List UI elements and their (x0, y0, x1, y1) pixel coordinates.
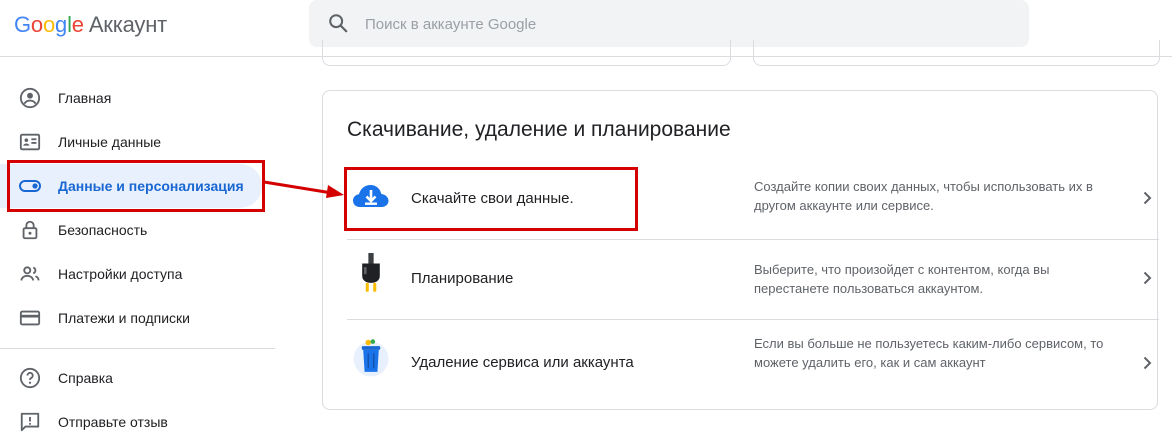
highlight-box-sidebar (7, 160, 265, 212)
sidebar-item-feedback[interactable]: Отправьте отзыв (0, 400, 262, 444)
row-label: Удаление сервиса или аккаунта (411, 354, 634, 371)
logo-letter: e (71, 12, 84, 37)
power-plug-icon (362, 253, 380, 292)
google-account-logo[interactable]: Google Аккаунт (14, 12, 167, 38)
sidebar-item-label: Главная (58, 90, 112, 106)
row-delete-service-or-account[interactable]: Удаление сервиса или аккаунта Если вы бо… (347, 319, 1159, 409)
logo-letter: G (14, 12, 31, 37)
sidebar-item-label: Справка (58, 370, 113, 386)
product-name: Аккаунт (88, 12, 168, 37)
chevron-right-icon[interactable] (1139, 190, 1155, 206)
sidebar-item-payments[interactable]: Платежи и подписки (0, 296, 262, 340)
lock-icon (18, 218, 42, 242)
help-icon (18, 366, 42, 390)
sidebar-divider (0, 348, 275, 349)
sidebar-item-label: Безопасность (58, 222, 148, 238)
card-above-right (753, 40, 1160, 66)
logo-letter: g (55, 12, 68, 37)
row-planning[interactable]: Планирование Выберите, что произойдет с … (347, 239, 1159, 319)
logo-letter: o (30, 12, 43, 37)
trash-bin-icon (353, 339, 389, 377)
card-above-left (322, 40, 731, 66)
row-description: Создайте копии своих данных, чтобы испол… (754, 179, 1093, 213)
highlight-box-download (344, 167, 638, 231)
search-icon[interactable] (327, 12, 349, 34)
sidebar-item-label: Настройки доступа (58, 266, 183, 282)
sidebar-item-label: Платежи и подписки (58, 310, 190, 326)
chevron-right-icon[interactable] (1139, 270, 1155, 286)
row-description: Выберите, что произойдет с контентом, ко… (754, 262, 1050, 296)
people-icon (18, 262, 42, 286)
card-title: Скачивание, удаление и планирование (347, 118, 731, 141)
arrow-annotation (263, 180, 344, 198)
credit-card-icon (18, 306, 42, 330)
sidebar-item-help[interactable]: Справка (0, 356, 262, 400)
chevron-right-icon[interactable] (1139, 355, 1155, 371)
logo-letter: o (42, 12, 56, 37)
sidebar-item-security[interactable]: Безопасность (0, 208, 262, 252)
row-description: Если вы больше не пользуетесь каким-либо… (754, 336, 1104, 370)
sidebar-item-personal-info[interactable]: Личные данные (0, 120, 262, 164)
sidebar-item-label: Личные данные (58, 134, 162, 150)
download-delete-plan-card: Скачивание, удаление и планирование Скач… (322, 90, 1159, 410)
id-card-icon (18, 130, 42, 154)
account-circle-icon (18, 86, 42, 110)
row-label: Планирование (411, 270, 514, 287)
sidebar-item-sharing[interactable]: Настройки доступа (0, 252, 262, 296)
feedback-icon (18, 410, 42, 434)
sidebar-item-home[interactable]: Главная (0, 76, 262, 120)
sidebar-item-label: Отправьте отзыв (58, 414, 168, 430)
